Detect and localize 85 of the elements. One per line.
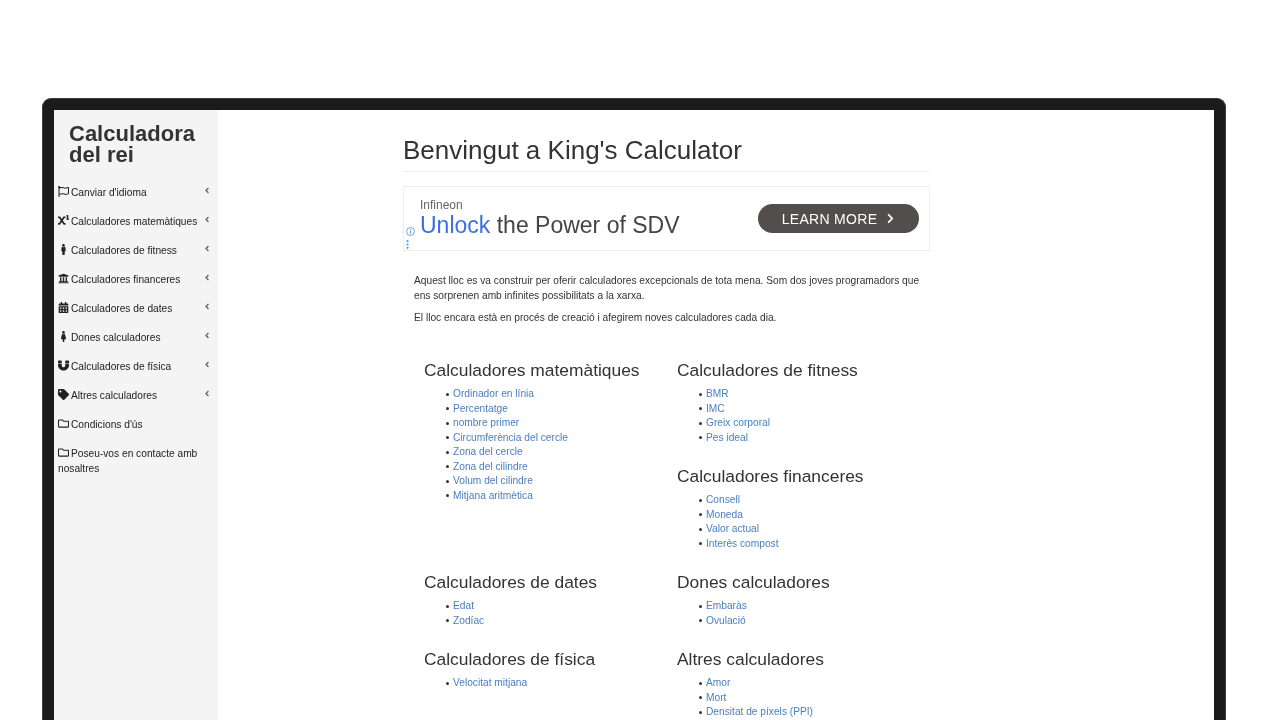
calculator-link[interactable]: Percentatge — [453, 401, 508, 416]
flag-icon — [58, 186, 69, 197]
calculator-link[interactable]: Amor — [706, 676, 731, 691]
sidebar-item[interactable]: Calculadores financeres — [54, 265, 218, 294]
bullet-icon — [446, 465, 449, 469]
calculator-link[interactable]: Consell — [706, 493, 740, 508]
bank-icon — [58, 273, 69, 284]
calculator-link[interactable]: Valor actual — [706, 522, 760, 537]
calculator-link[interactable]: Ordinador en línia — [453, 387, 534, 402]
bullet-icon — [446, 604, 449, 608]
bullet-icon — [446, 681, 449, 685]
bullet-icon — [699, 436, 702, 440]
sidebar-item[interactable]: Calculadores de física — [54, 352, 218, 381]
section-heading: Calculadores de fitness — [677, 360, 859, 380]
bullet-icon — [699, 604, 702, 608]
calculator-link[interactable]: Zona del cercle — [453, 445, 523, 460]
bullet-icon — [446, 494, 449, 498]
calculator-link[interactable]: Mort — [706, 690, 727, 705]
bullet-icon — [699, 527, 702, 531]
calculator-link[interactable]: Densitat de píxels (PPI) — [706, 705, 813, 720]
folder-icon — [58, 418, 69, 429]
sidebar-item[interactable]: Condicions d'ús — [54, 410, 218, 439]
calculator-link[interactable]: Velocitat mitjana — [453, 676, 528, 691]
bullet-icon — [699, 513, 702, 517]
calculator-link[interactable]: Mitjana aritmètica — [453, 488, 533, 503]
bullet-icon — [446, 421, 449, 425]
sidebar-item[interactable]: Poseu-vos en contacte amb nosaltres — [54, 439, 218, 483]
section-heading: Dones calculadores — [677, 572, 831, 592]
woman-icon — [58, 331, 69, 342]
man-icon — [58, 244, 69, 255]
intro-paragraph: Aquest lloc es va construir per oferir calculadores excepcionals de tota mena. Som dos joves programadors que ens sorprenen amb infinites possibilitats a la xarxa. — [414, 274, 921, 303]
info-icon[interactable] — [406, 227, 415, 236]
bullet-icon — [446, 436, 449, 440]
sidebar-item[interactable]: Calculadores de fitness — [54, 236, 218, 265]
folder-icon — [58, 447, 69, 458]
bullet-icon — [699, 498, 702, 502]
bullet-icon — [446, 407, 449, 411]
calculator-link[interactable]: IMC — [706, 401, 725, 416]
calculator-link[interactable]: Circumferència del cercle — [453, 430, 568, 445]
bullet-icon — [699, 421, 702, 425]
bullet-icon — [699, 710, 702, 714]
sidebar-item[interactable]: Altres calculadores — [54, 381, 218, 410]
page-heading: Benvingut a King's Calculator — [403, 135, 742, 165]
calculator-link[interactable]: Zona del cilindre — [453, 459, 528, 474]
calculator-link[interactable]: Zodíac — [453, 613, 485, 628]
section-heading: Calculadores financeres — [677, 466, 865, 486]
bullet-icon — [446, 619, 449, 623]
section-heading: Altres calculadores — [677, 649, 825, 669]
calculator-link[interactable]: nombre primer — [453, 416, 520, 431]
bullet-icon — [699, 681, 702, 685]
calculator-link[interactable]: Embaràs — [706, 599, 747, 614]
ad-headline: Unlock the Power of SDV — [420, 212, 680, 239]
chevron-right-icon — [886, 213, 896, 224]
calculator-link[interactable]: Moneda — [706, 507, 743, 522]
superscript-icon — [58, 215, 69, 226]
calculator-link[interactable]: Edat — [453, 599, 474, 614]
learn-more-button[interactable]: LEARN MORE — [758, 204, 919, 233]
bullet-icon — [699, 407, 702, 411]
calculator-link[interactable]: Interès compost — [706, 536, 779, 551]
bullet-icon — [446, 450, 449, 454]
calendar-icon — [58, 302, 69, 313]
calculator-link[interactable]: BMR — [706, 387, 729, 402]
sidebar-item[interactable]: Dones calculadores — [54, 323, 218, 352]
more-options-icon[interactable] — [406, 240, 409, 249]
ad-advertiser: Infineon — [420, 198, 463, 212]
bullet-icon — [699, 696, 702, 700]
section-heading: Calculadores de física — [424, 649, 597, 669]
calculator-link[interactable]: Greix corporal — [706, 416, 770, 431]
calculator-link[interactable]: Volum del cilindre — [453, 474, 533, 489]
bullet-icon — [446, 479, 449, 483]
site-title: Calculadora del rei — [69, 123, 196, 165]
section-heading: Calculadores de dates — [424, 572, 599, 592]
bullet-icon — [699, 619, 702, 623]
bullet-icon — [699, 542, 702, 546]
magnet-icon — [58, 360, 69, 371]
calculator-link[interactable]: Pes ideal — [706, 430, 748, 445]
bullet-icon — [446, 392, 449, 396]
calculator-link[interactable]: Ovulació — [706, 613, 746, 628]
intro-paragraph: El lloc encara està en procés de creació i afegirem noves calculadores cada dia. — [414, 311, 778, 325]
sidebar-item[interactable]: Canviar d'idioma — [54, 178, 218, 207]
tag-icon — [58, 389, 69, 400]
sidebar-item[interactable]: Calculadores de dates — [54, 294, 218, 323]
section-heading: Calculadores matemàtiques — [424, 360, 641, 380]
bullet-icon — [699, 392, 702, 396]
sidebar-item[interactable]: Calculadores matemàtiques — [54, 207, 218, 236]
